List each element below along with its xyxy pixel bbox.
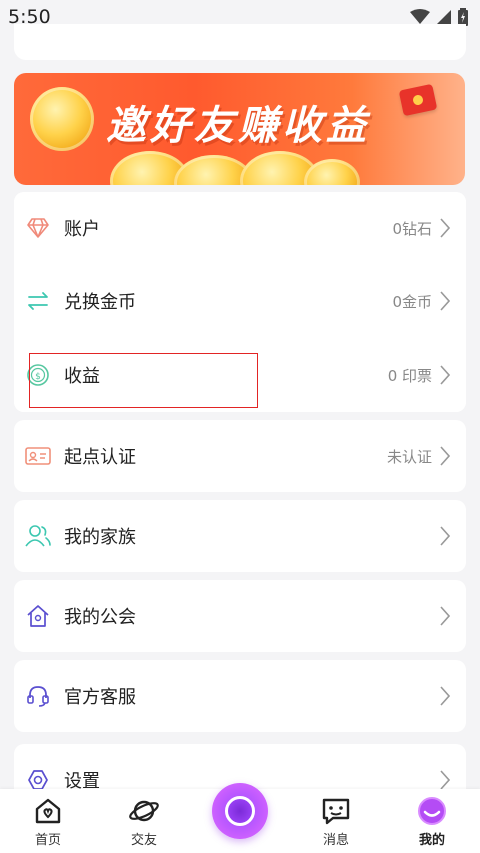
chevron-right-icon — [440, 446, 450, 466]
menu-row-label: 账户 — [64, 219, 100, 240]
headset-icon — [24, 682, 52, 710]
tab-messages[interactable]: 消息 — [288, 796, 384, 853]
menu-row-value: 未认证 — [386, 447, 432, 466]
chevron-right-icon — [440, 218, 450, 238]
planet-icon — [129, 800, 159, 822]
menu-row-family[interactable]: 我的家族 — [14, 500, 466, 572]
tab-label: 消息 — [322, 833, 349, 848]
menu-row-verify[interactable]: 起点认证 未认证 — [14, 420, 466, 492]
tab-home[interactable]: 首页 — [0, 796, 96, 853]
menu-row-label: 兑换金币 — [64, 292, 136, 313]
coin-decoration — [30, 87, 94, 151]
menu-row-label: 我的家族 — [64, 527, 136, 548]
menu-row-value: 0钻石 — [392, 219, 432, 238]
chat-icon — [322, 798, 350, 825]
tab-friends[interactable]: 交友 — [96, 796, 192, 853]
signal-icon — [437, 10, 451, 24]
exchange-arrows-icon — [24, 287, 52, 315]
menu-row-value: 0 印票 — [387, 366, 432, 385]
menu-row-label: 官方客服 — [64, 687, 136, 708]
people-icon — [24, 522, 52, 550]
chevron-right-icon — [440, 606, 450, 626]
menu-row-label: 起点认证 — [64, 447, 136, 468]
profile-face-icon — [418, 797, 446, 825]
highlight-box — [29, 353, 258, 408]
wifi-icon — [410, 9, 430, 24]
chevron-right-icon — [440, 770, 450, 790]
menu-row-support[interactable]: 官方客服 — [14, 660, 466, 732]
menu-row-label: 我的公会 — [64, 607, 136, 628]
chevron-right-icon — [440, 291, 450, 311]
red-envelope-icon — [398, 83, 438, 117]
tab-spacer — [192, 848, 288, 853]
menu-row-exchange[interactable]: 兑换金币 0金币 — [14, 264, 466, 338]
chevron-right-icon — [440, 526, 450, 546]
tab-label: 交友 — [130, 833, 157, 848]
diamond-icon — [24, 214, 52, 242]
banner-title: 邀好友赚收益 — [106, 103, 370, 149]
house-icon — [24, 602, 52, 630]
tab-label: 我的 — [418, 833, 445, 848]
tab-profile[interactable]: 我的 — [384, 796, 480, 853]
invite-banner[interactable]: 邀好友赚收益 — [14, 73, 465, 185]
top-card — [14, 24, 466, 60]
chevron-right-icon — [440, 365, 450, 385]
id-card-icon — [24, 442, 52, 470]
camera-lens-icon — [225, 796, 255, 826]
menu-row-value: 0金币 — [392, 292, 432, 311]
chevron-right-icon — [440, 686, 450, 706]
menu-row-account[interactable]: 账户 0钻石 — [14, 192, 466, 264]
tab-label: 首页 — [34, 833, 61, 848]
center-camera-button[interactable] — [212, 783, 268, 839]
home-icon — [35, 798, 61, 824]
menu-row-guild[interactable]: 我的公会 — [14, 580, 466, 652]
